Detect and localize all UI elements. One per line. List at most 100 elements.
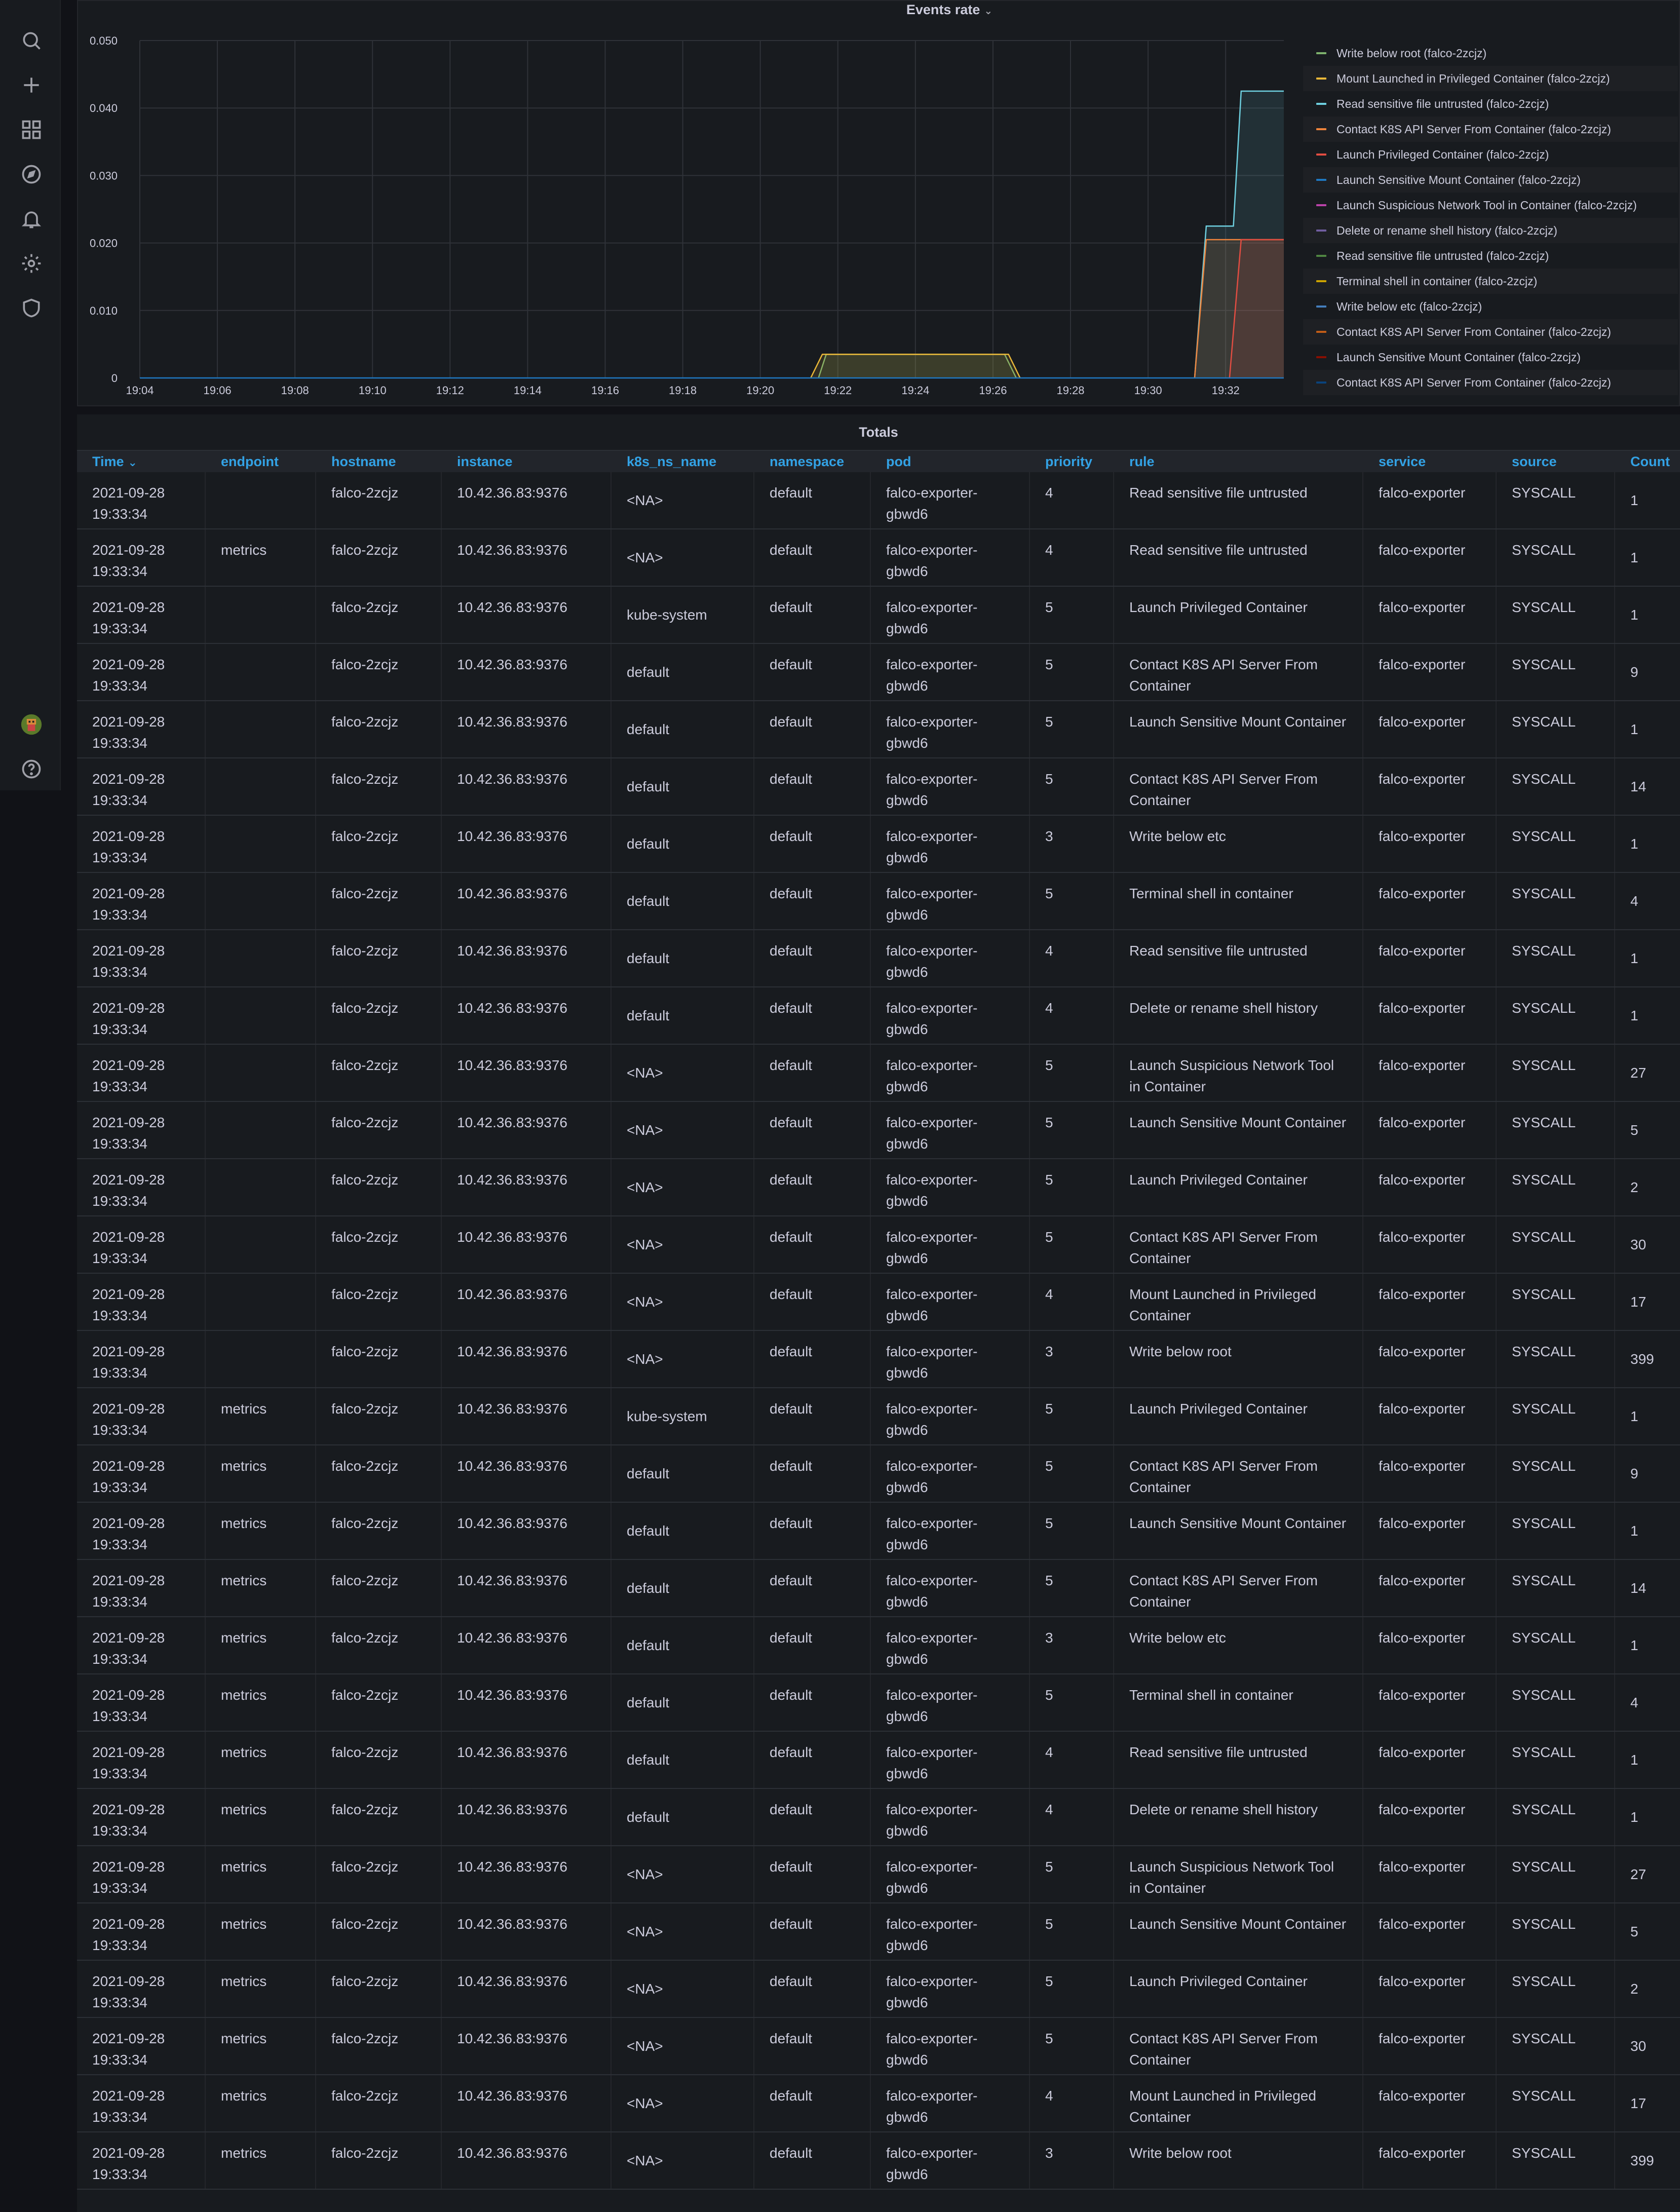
cell-k8s: default bbox=[612, 987, 754, 1044]
panel-title[interactable]: Events rate ⌄ bbox=[838, 1, 1061, 20]
chevron-down-icon[interactable]: ⌄ bbox=[984, 6, 992, 17]
x-tick-label: 19:26 bbox=[979, 384, 1007, 397]
cell-service: falco-exporter bbox=[1363, 2132, 1497, 2189]
cell-instance: 10.42.36.83:9376 bbox=[442, 2018, 612, 2074]
cell-time: 2021-09-28 19:33:34 bbox=[77, 1789, 206, 1845]
legend-item[interactable]: Terminal shell in container (falco-2zcjz… bbox=[1303, 269, 1678, 294]
cell-pod: falco-exporter-gbwd6 bbox=[871, 701, 1030, 757]
alerting-icon[interactable] bbox=[17, 205, 46, 233]
table-row[interactable]: 2021-09-28 19:33:34 falco-2zcjz 10.42.36.8… bbox=[77, 701, 1680, 758]
legend-label: Contact K8S API Server From Container (f… bbox=[1337, 375, 1611, 389]
table-row[interactable]: 2021-09-28 19:33:34 metrics falco-2zcjz 10.… bbox=[77, 1789, 1680, 1846]
avatar[interactable] bbox=[17, 710, 46, 739]
legend-item[interactable]: Launch Suspicious Network Tool in Contai… bbox=[1303, 193, 1678, 218]
table-row[interactable]: 2021-09-28 19:33:34 falco-2zcjz 10.42.36.8… bbox=[77, 1102, 1680, 1159]
search-icon[interactable] bbox=[17, 26, 46, 55]
table-row[interactable]: 2021-09-28 19:33:34 falco-2zcjz 10.42.36.8… bbox=[77, 587, 1680, 644]
help-icon[interactable] bbox=[17, 755, 46, 783]
column-header-endpoint[interactable]: endpoint bbox=[206, 451, 316, 472]
cell-k8s: default bbox=[612, 644, 754, 700]
legend-item[interactable]: Contact K8S API Server From Container (f… bbox=[1303, 117, 1678, 142]
legend-item[interactable]: Mount Launched in Privileged Container (… bbox=[1303, 66, 1678, 91]
dashboards-icon[interactable] bbox=[17, 116, 46, 144]
table-row[interactable]: 2021-09-28 19:33:34 falco-2zcjz 10.42.36.8… bbox=[77, 1045, 1680, 1102]
column-header-instance[interactable]: instance bbox=[442, 451, 612, 472]
cell-service: falco-exporter bbox=[1363, 1388, 1497, 1444]
cell-namespace: default bbox=[754, 1503, 871, 1559]
table-row[interactable]: 2021-09-28 19:33:34 metrics falco-2zcjz 10.… bbox=[77, 529, 1680, 587]
cell-count: 2 bbox=[1630, 1179, 1638, 1195]
cell-source: SYSCALL bbox=[1497, 758, 1615, 815]
table-row[interactable]: 2021-09-28 19:33:34 falco-2zcjz 10.42.36.8… bbox=[77, 1216, 1680, 1274]
table-row[interactable]: 2021-09-28 19:33:34 metrics falco-2zcjz 10.… bbox=[77, 2075, 1680, 2132]
table-row[interactable]: 2021-09-28 19:33:34 falco-2zcjz 10.42.36.8… bbox=[77, 930, 1680, 987]
cell-count: 1 bbox=[1630, 1751, 1638, 1768]
column-header-service[interactable]: service bbox=[1363, 451, 1497, 472]
cell-endpoint: metrics bbox=[206, 1961, 316, 2017]
table-row[interactable]: 2021-09-28 19:33:34 metrics falco-2zcjz 10.… bbox=[77, 1445, 1680, 1503]
cell-time: 2021-09-28 19:33:34 bbox=[77, 701, 206, 757]
table-row[interactable]: 2021-09-28 19:33:34 falco-2zcjz 10.42.36.8… bbox=[77, 987, 1680, 1045]
legend-item[interactable]: Read sensitive file untrusted (falco-2zc… bbox=[1303, 91, 1678, 117]
table-row[interactable]: 2021-09-28 19:33:34 falco-2zcjz 10.42.36.8… bbox=[77, 1274, 1680, 1331]
column-header-priority[interactable]: priority bbox=[1030, 451, 1114, 472]
cell-hostname: falco-2zcjz bbox=[316, 873, 442, 929]
legend-item[interactable]: Contact K8S API Server From Container (f… bbox=[1303, 319, 1678, 345]
panel-title[interactable]: Totals bbox=[77, 414, 1680, 450]
table-row[interactable]: 2021-09-28 19:33:34 metrics falco-2zcjz 10.… bbox=[77, 1846, 1680, 1903]
table-row[interactable]: 2021-09-28 19:33:34 metrics falco-2zcjz 10.… bbox=[77, 1903, 1680, 1961]
sort-desc-icon[interactable]: ⌄ bbox=[128, 456, 137, 469]
legend-item[interactable]: Launch Sensitive Mount Container (falco-… bbox=[1303, 167, 1678, 193]
table-row[interactable]: 2021-09-28 19:33:34 metrics falco-2zcjz 10.… bbox=[77, 1732, 1680, 1789]
cell-time: 2021-09-28 19:33:34 bbox=[77, 1102, 206, 1158]
table-row[interactable]: 2021-09-28 19:33:34 metrics falco-2zcjz 10.… bbox=[77, 1674, 1680, 1732]
cell-hostname: falco-2zcjz bbox=[316, 1445, 442, 1502]
cell-hostname: falco-2zcjz bbox=[316, 758, 442, 815]
legend-item[interactable]: Contact K8S API Server From Container (f… bbox=[1303, 370, 1678, 395]
legend-item[interactable]: Launch Sensitive Mount Container (falco-… bbox=[1303, 345, 1678, 370]
cell-source: SYSCALL bbox=[1497, 1961, 1615, 2017]
legend-item[interactable]: Read sensitive file untrusted (falco-2zc… bbox=[1303, 243, 1678, 269]
column-header-label: service bbox=[1379, 454, 1426, 469]
table-row[interactable]: 2021-09-28 19:33:34 metrics falco-2zcjz 10.… bbox=[77, 1617, 1680, 1674]
explore-icon[interactable] bbox=[17, 160, 46, 188]
cell-priority: 5 bbox=[1030, 1503, 1114, 1559]
table-row[interactable]: 2021-09-28 19:33:34 falco-2zcjz 10.42.36.8… bbox=[77, 472, 1680, 529]
cell-endpoint: metrics bbox=[206, 2018, 316, 2074]
table-row[interactable]: 2021-09-28 19:33:34 metrics falco-2zcjz 10.… bbox=[77, 2132, 1680, 2190]
x-tick-label: 19:04 bbox=[126, 384, 154, 397]
legend-item[interactable]: Delete or rename shell history (falco-2z… bbox=[1303, 218, 1678, 243]
cell-source: SYSCALL bbox=[1497, 1560, 1615, 1616]
cell-k8s: <NA> bbox=[612, 1961, 754, 2017]
column-header-k8s-ns-name[interactable]: k8s_ns_name bbox=[612, 451, 754, 472]
plus-icon[interactable] bbox=[17, 71, 46, 99]
table-row[interactable]: 2021-09-28 19:33:34 falco-2zcjz 10.42.36.8… bbox=[77, 816, 1680, 873]
panel-title-text[interactable]: Events rate bbox=[906, 2, 980, 17]
settings-icon[interactable] bbox=[17, 249, 46, 278]
table-row[interactable]: 2021-09-28 19:33:34 falco-2zcjz 10.42.36.8… bbox=[77, 758, 1680, 816]
table-row[interactable]: 2021-09-28 19:33:34 metrics falco-2zcjz 10.… bbox=[77, 1388, 1680, 1445]
table-row[interactable]: 2021-09-28 19:33:34 metrics falco-2zcjz 10.… bbox=[77, 2018, 1680, 2075]
column-header-time[interactable]: Time ⌄ bbox=[77, 451, 206, 472]
table-row[interactable]: 2021-09-28 19:33:34 falco-2zcjz 10.42.36.8… bbox=[77, 1159, 1680, 1216]
cell-hostname: falco-2zcjz bbox=[316, 2018, 442, 2074]
cell-rule: Launch Sensitive Mount Container bbox=[1114, 1102, 1363, 1158]
legend-item[interactable]: Write below etc (falco-2zcjz) bbox=[1303, 294, 1678, 319]
column-header-source[interactable]: source bbox=[1497, 451, 1615, 472]
column-header-rule[interactable]: rule bbox=[1114, 451, 1363, 472]
column-header-pod[interactable]: pod bbox=[871, 451, 1030, 472]
table-row[interactable]: 2021-09-28 19:33:34 metrics falco-2zcjz 10.… bbox=[77, 1961, 1680, 2018]
shield-icon[interactable] bbox=[17, 294, 46, 322]
cell-priority: 4 bbox=[1030, 987, 1114, 1044]
column-header-hostname[interactable]: hostname bbox=[316, 451, 442, 472]
legend-item[interactable]: Launch Privileged Container (falco-2zcjz… bbox=[1303, 142, 1678, 167]
table-row[interactable]: 2021-09-28 19:33:34 falco-2zcjz 10.42.36.8… bbox=[77, 644, 1680, 701]
table-row[interactable]: 2021-09-28 19:33:34 falco-2zcjz 10.42.36.8… bbox=[77, 873, 1680, 930]
table-row[interactable]: 2021-09-28 19:33:34 metrics falco-2zcjz 10.… bbox=[77, 1560, 1680, 1617]
legend-item[interactable]: Write below root (falco-2zcjz) bbox=[1303, 41, 1678, 66]
table-row[interactable]: 2021-09-28 19:33:34 metrics falco-2zcjz 10.… bbox=[77, 1503, 1680, 1560]
table-row[interactable]: 2021-09-28 19:33:34 falco-2zcjz 10.42.36.8… bbox=[77, 1331, 1680, 1388]
column-header-namespace[interactable]: namespace bbox=[754, 451, 871, 472]
cell-rule: Contact K8S API Server From Container bbox=[1114, 1216, 1363, 1273]
column-header-count[interactable]: Count bbox=[1615, 451, 1680, 472]
